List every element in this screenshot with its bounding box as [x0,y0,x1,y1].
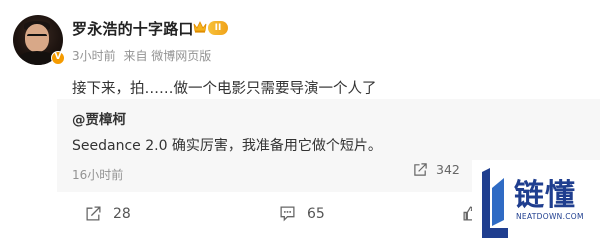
quoted-user[interactable]: @贾樟柯 [72,108,126,128]
post-meta: 3小时前 来自 微博网页版 [72,47,215,64]
watermark-url: NEATDOWN.COM [516,212,584,221]
verified-badge-icon: V [51,51,65,65]
post-text: 接下来，拍……做一个电影只需要导演一个人了 [72,81,377,97]
share-button[interactable]: 28 [85,205,131,222]
share-icon [86,206,101,221]
quoted-time[interactable]: 16小时前 [72,166,123,183]
avatar-glasses [27,34,47,39]
weibo-post: V 罗永浩的十字路口 II 3小时前 来自 微博网页版 接下来，拍……做一个电影… [0,0,600,242]
quoted-share-button[interactable]: 342 [413,162,460,177]
watermark: 链懂 NEATDOWN.COM [472,160,600,242]
share-icon [414,163,427,176]
quoted-text: Seedance 2.0 确实厉害，我准备用它做个短片。 [72,138,382,154]
level-badge[interactable]: II [208,21,228,35]
watermark-logo-icon [482,168,508,238]
share-count: 28 [113,205,131,222]
comment-button[interactable]: 65 [279,205,325,222]
watermark-brand: 链懂 [514,178,576,213]
post-time[interactable]: 3小时前 [72,49,116,63]
quoted-share-count: 342 [436,162,460,177]
comment-count: 65 [307,205,325,222]
crown-icon [193,21,207,33]
comment-icon [280,206,295,222]
post-source: 来自 微博网页版 [123,49,212,63]
author-name[interactable]: 罗永浩的十字路口 [72,18,194,39]
